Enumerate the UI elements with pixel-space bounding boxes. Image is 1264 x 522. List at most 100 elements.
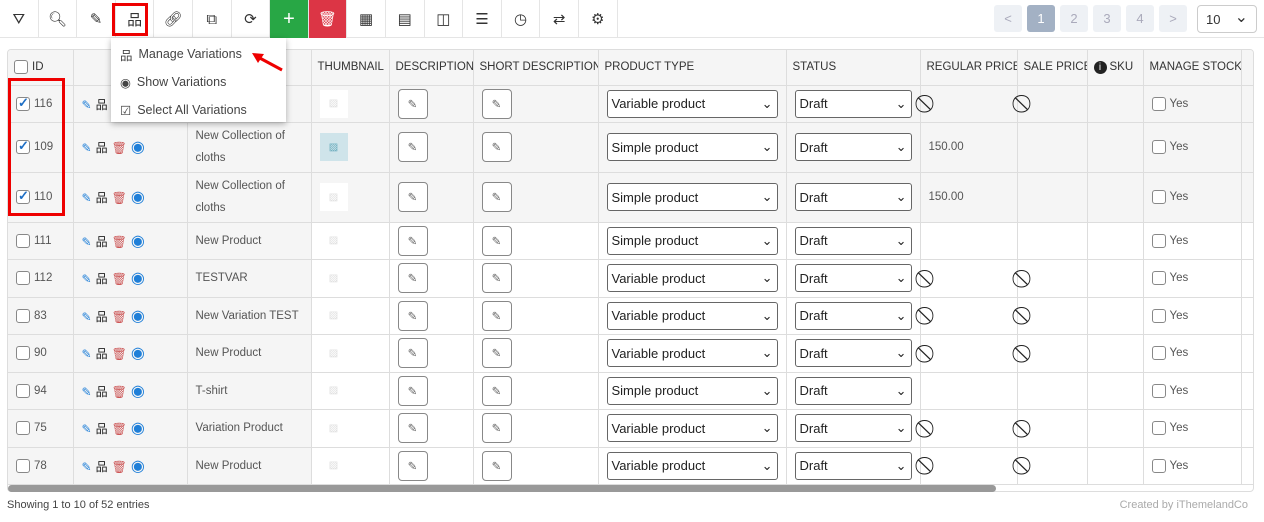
column-header[interactable]: THUMBNAIL <box>311 50 390 86</box>
status-select[interactable]: Draft ⌄ <box>794 376 912 405</box>
edit-icon[interactable]: ✎ <box>82 191 92 205</box>
trash-icon[interactable]: 🗑︎ <box>112 310 127 324</box>
status-select[interactable]: Draft ⌄ <box>794 451 912 480</box>
regular-price-cell[interactable]: ⃠ <box>920 259 1018 298</box>
manage-stock-checkbox[interactable] <box>1151 383 1166 398</box>
eye-icon[interactable]: ◉ <box>131 383 145 400</box>
thumbnail-cell[interactable]: ▨ <box>311 172 390 223</box>
edit-icon[interactable]: ✎ <box>82 422 92 436</box>
settings-button[interactable]: ⚙ <box>579 0 618 38</box>
eye-icon[interactable]: ◉ <box>131 139 145 156</box>
manage-stock-checkbox[interactable] <box>1151 140 1166 154</box>
name-cell[interactable]: TESTVAR <box>187 259 312 298</box>
name-cell[interactable]: New Collection of cloths <box>187 172 312 223</box>
sale-price-cell[interactable]: ⃠ <box>1017 409 1088 448</box>
page-button[interactable]: 2 <box>1060 5 1088 32</box>
thumbnail-cell[interactable]: ▨ <box>311 334 390 373</box>
edit-description-button[interactable]: ✎ <box>397 263 428 293</box>
edit-description-button[interactable]: ✎ <box>397 182 428 212</box>
per-page-select[interactable]: 10 <box>1197 5 1257 33</box>
list-button[interactable]: ☰ <box>463 0 502 38</box>
manage-stock-checkbox[interactable] <box>1151 190 1166 204</box>
sku-cell[interactable] <box>1087 259 1144 298</box>
edit-icon[interactable]: ✎ <box>82 347 92 361</box>
variations-icon[interactable]: 品 <box>96 141 108 155</box>
column-header[interactable]: MANAGE STOCK <box>1143 50 1242 86</box>
regular-price-cell[interactable]: ⃠ <box>920 409 1018 448</box>
eye-icon[interactable]: ◉ <box>131 345 145 362</box>
product-type-select[interactable]: Simple product ⌄ <box>606 226 778 255</box>
variations-icon[interactable]: 品 <box>96 235 108 249</box>
eye-icon[interactable]: ◉ <box>131 308 145 325</box>
column-header[interactable]: i SKU <box>1087 50 1144 86</box>
sale-price-cell[interactable] <box>1017 172 1088 223</box>
sku-cell[interactable] <box>1087 409 1144 448</box>
sku-cell[interactable] <box>1087 222 1144 260</box>
sale-price-cell[interactable] <box>1017 122 1088 173</box>
trash-icon[interactable]: 🗑︎ <box>112 385 127 399</box>
variations-icon[interactable]: 品 <box>96 422 108 436</box>
select-all-checkbox[interactable] <box>14 60 28 75</box>
sale-price-cell[interactable]: ⃠ <box>1017 297 1088 335</box>
edit-description-button[interactable]: ✎ <box>397 450 428 481</box>
status-select[interactable]: Draft ⌄ <box>794 414 912 442</box>
name-cell[interactable]: T-shirt <box>187 372 312 410</box>
eye-icon[interactable]: ◉ <box>131 420 145 437</box>
regular-price-cell[interactable]: ⃠ <box>920 447 1018 485</box>
trash-icon[interactable]: 🗑︎ <box>112 141 127 155</box>
variations-icon[interactable]: 品 <box>96 385 108 399</box>
edit-icon[interactable]: ✎ <box>82 272 92 286</box>
edit-description-button[interactable]: ✎ <box>397 225 428 256</box>
column-header[interactable]: DESCRIPTION <box>389 50 474 86</box>
row-checkbox[interactable] <box>16 346 30 360</box>
columns-button[interactable]: ◫ <box>425 0 464 38</box>
sku-cell[interactable] <box>1087 172 1144 223</box>
column-layout-button[interactable]: ▤ <box>386 0 425 38</box>
edit-short-description-button[interactable]: ✎ <box>481 88 512 119</box>
regular-price-cell[interactable]: ⃠ <box>920 85 1018 123</box>
thumbnail-cell[interactable]: ▨ <box>311 372 390 410</box>
page-button[interactable]: 4 <box>1126 5 1154 32</box>
sku-cell[interactable] <box>1087 334 1144 373</box>
search-button[interactable]: 🔍︎ <box>39 0 78 38</box>
trash-icon[interactable]: 🗑︎ <box>112 235 127 249</box>
product-type-select[interactable]: Variable product ⌄ <box>606 89 778 118</box>
variations-icon[interactable]: 品 <box>96 191 108 205</box>
add-button[interactable]: + <box>270 0 309 38</box>
page-button[interactable]: 1 <box>1027 5 1055 32</box>
edit-icon[interactable]: ✎ <box>82 235 92 249</box>
regular-price-cell[interactable]: 150.00 <box>920 172 1018 223</box>
trash-icon[interactable]: 🗑︎ <box>112 460 127 474</box>
row-checkbox[interactable] <box>16 421 30 435</box>
edit-icon[interactable]: ✎ <box>82 460 92 474</box>
status-select[interactable]: Draft ⌄ <box>794 226 912 255</box>
eye-icon[interactable]: ◉ <box>131 233 145 250</box>
name-cell[interactable]: New Variation TEST <box>187 297 312 335</box>
refresh-button[interactable]: ⟳ <box>232 0 271 38</box>
product-type-select[interactable]: Variable product ⌄ <box>606 339 778 367</box>
edit-description-button[interactable]: ✎ <box>397 413 428 443</box>
variations-icon[interactable]: 品 <box>96 98 108 112</box>
regular-price-cell[interactable]: 150.00 <box>920 122 1018 173</box>
sale-price-cell[interactable]: ⃠ <box>1017 334 1088 373</box>
sale-price-cell[interactable]: ⃠ <box>1017 447 1088 485</box>
edit-short-description-button[interactable]: ✎ <box>481 225 512 256</box>
link-button[interactable]: 🔗︎ <box>154 0 193 38</box>
thumbnail-cell[interactable]: ▨ <box>311 297 390 335</box>
duplicate-button[interactable]: ⧉ <box>193 0 232 38</box>
edit-icon[interactable]: ✎ <box>82 98 92 112</box>
sku-cell[interactable] <box>1087 372 1144 410</box>
sku-cell[interactable] <box>1087 297 1144 335</box>
product-type-select[interactable]: Variable product ⌄ <box>606 414 778 442</box>
status-select[interactable]: Draft ⌄ <box>794 133 912 161</box>
name-cell[interactable]: New Product <box>187 334 312 373</box>
regular-price-cell[interactable] <box>920 222 1018 260</box>
trash-icon[interactable]: 🗑︎ <box>112 422 127 436</box>
manage-stock-checkbox[interactable] <box>1151 96 1166 111</box>
eye-icon[interactable]: ◉ <box>131 270 145 287</box>
table-button[interactable]: ▦ <box>347 0 386 38</box>
edit-description-button[interactable]: ✎ <box>397 300 428 331</box>
trash-icon[interactable]: 🗑︎ <box>112 191 127 205</box>
column-header[interactable] <box>1241 50 1253 86</box>
thumbnail-cell[interactable]: ▨ <box>311 259 390 298</box>
